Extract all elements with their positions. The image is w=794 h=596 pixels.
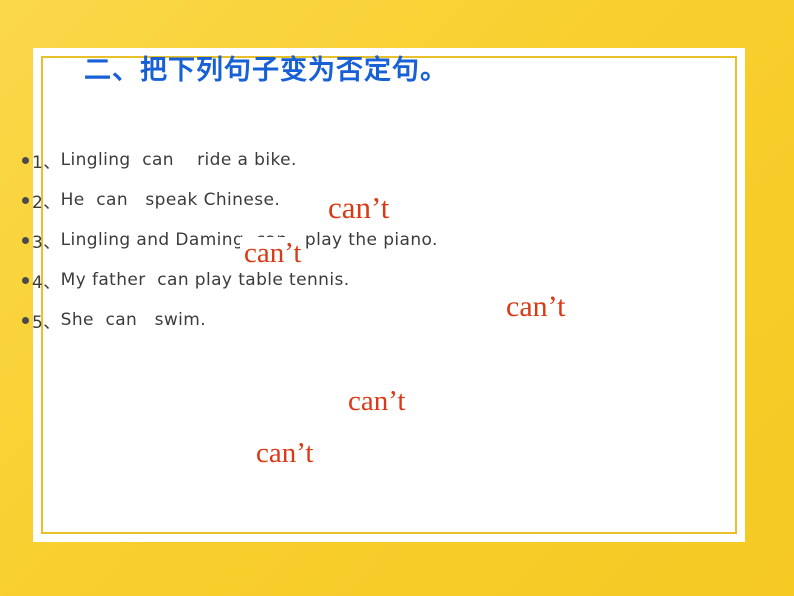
list-item-number: 1、 bbox=[32, 152, 61, 173]
correction-annotation: can’t bbox=[251, 437, 318, 469]
list-item: 1、 Lingling can ride a bike. bbox=[22, 140, 662, 180]
list-item-text: My father can play table tennis. bbox=[60, 270, 350, 290]
bullet-icon bbox=[22, 196, 29, 204]
slide-canvas: 二、把下列句子变为否定句。 1、 Lingling can ride a bik… bbox=[0, 0, 794, 596]
bullet-icon bbox=[22, 156, 29, 164]
bullet-icon bbox=[22, 316, 29, 324]
list-item-number: 4、 bbox=[32, 272, 61, 293]
list-item-number: 2、 bbox=[32, 192, 61, 213]
correction-annotation: can’t bbox=[239, 237, 306, 269]
correction-annotation: can’t bbox=[501, 290, 570, 323]
list-item-text: She can swim. bbox=[60, 310, 207, 330]
list-item-number: 3、 bbox=[32, 232, 61, 253]
list-item-number: 5、 bbox=[32, 312, 61, 333]
page-title: 二、把下列句子变为否定句。 bbox=[84, 55, 448, 86]
list-item-text: He can speak Chinese. bbox=[60, 190, 281, 210]
correction-annotation: can’t bbox=[323, 190, 394, 225]
list-item: 3、 Lingling and Daming can play the pian… bbox=[22, 220, 662, 260]
bullet-icon bbox=[22, 236, 29, 244]
correction-annotation: can’t bbox=[343, 385, 410, 417]
bullet-icon bbox=[22, 276, 29, 284]
list-item-text: Lingling can ride a bike. bbox=[60, 150, 297, 170]
